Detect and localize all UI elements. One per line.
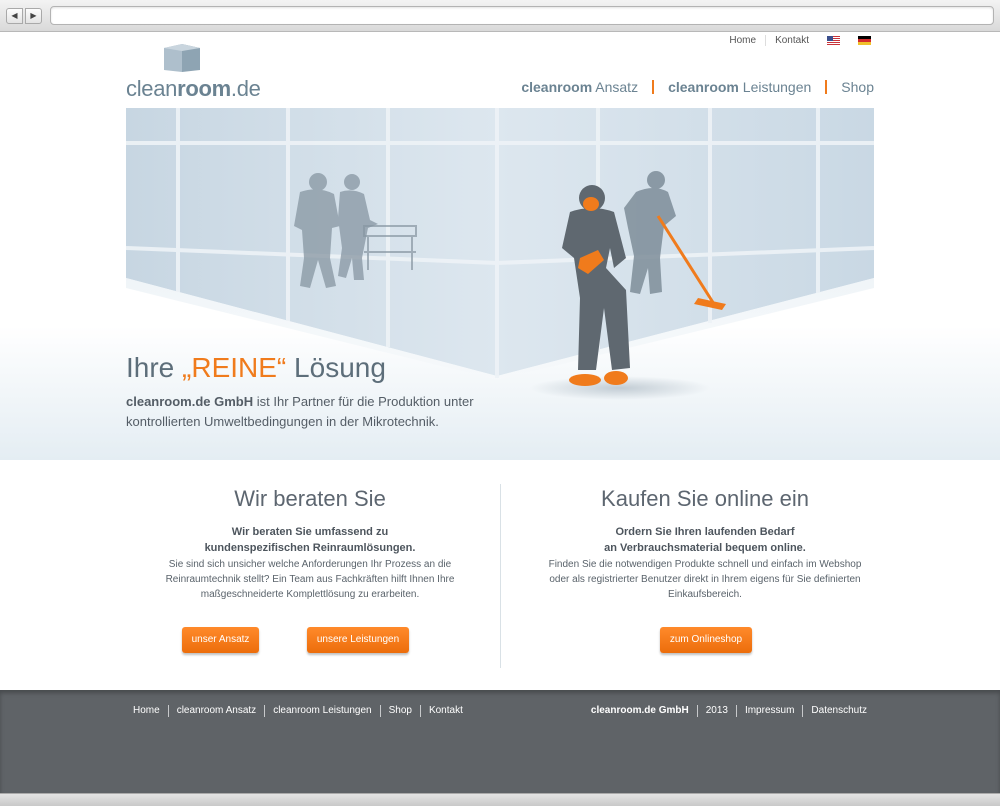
footer-link-kontakt[interactable]: Kontakt <box>419 705 471 717</box>
browser-toolbar: ◀ ▶ <box>0 0 1000 32</box>
footer-legal: cleanroom.de GmbH 2013 Impressum Datensc… <box>583 705 875 717</box>
logo-text: cleanroom.de <box>126 76 261 102</box>
footer-link-leistungen[interactable]: cleanroom Leistungen <box>264 705 379 717</box>
top-link-kontakt[interactable]: Kontakt <box>765 35 818 46</box>
browser-statusbar <box>0 793 1000 806</box>
shop-body-line: Einkaufsbereich. <box>668 589 742 600</box>
footer-link-home[interactable]: Home <box>125 705 168 717</box>
back-arrow-icon[interactable]: ◀ <box>6 8 23 24</box>
consulting-lead-line: kundenspezifischen Reinraumlösungen. <box>204 542 416 554</box>
logo-part-room: room <box>177 76 231 101</box>
forward-arrow-icon[interactable]: ▶ <box>25 8 42 24</box>
hero-banner: Ihre „REINE“ Lösung cleanroom.de GmbH is… <box>0 108 1000 460</box>
footer-nav: Home cleanroom Ansatz cleanroom Leistung… <box>125 705 471 717</box>
consulting-body-line: Sie sind sich unsicher welche Anforderun… <box>168 559 452 570</box>
footer-link-impressum[interactable]: Impressum <box>735 705 802 717</box>
hero-title-post: Lösung <box>286 352 386 383</box>
footer: Home cleanroom Ansatz cleanroom Leistung… <box>0 690 1000 793</box>
nav-ansatz-rest: Ansatz <box>592 79 639 95</box>
consulting-heading: Wir beraten Sie <box>234 486 386 511</box>
nav-item-ansatz[interactable]: cleanroom Ansatz <box>507 79 652 95</box>
logo-part-clean: clean <box>126 76 178 101</box>
nav-leistungen-bold: cleanroom <box>668 79 739 95</box>
consulting-body-line: Reinraumtechnik stellt? Ein Team aus Fac… <box>165 574 455 585</box>
nav-item-leistungen[interactable]: cleanroom Leistungen <box>654 79 825 95</box>
shop-lead: Ordern Sie Ihren laufenden Bedarf an Ver… <box>520 524 890 556</box>
nav-leistungen-rest: Leistungen <box>738 79 812 95</box>
shop-body: Finden Sie die notwendigen Produkte schn… <box>520 557 890 602</box>
unser-ansatz-button[interactable]: unser Ansatz <box>182 627 259 653</box>
german-flag-icon[interactable] <box>858 36 871 45</box>
shop-heading: Kaufen Sie online ein <box>601 486 809 511</box>
consulting-lead: Wir beraten Sie umfassend zu kundenspezi… <box>125 524 495 556</box>
logo-part-de: .de <box>230 76 261 101</box>
shop-lead-line: Ordern Sie Ihren laufenden Bedarf <box>615 526 795 538</box>
shop-lead-line: an Verbrauchsmaterial bequem online. <box>604 542 806 554</box>
footer-year: 2013 <box>696 705 736 717</box>
footer-link-shop[interactable]: Shop <box>379 705 420 717</box>
address-bar[interactable] <box>50 6 994 25</box>
shop-body-line: oder als registrierter Benutzer direkt i… <box>549 574 861 585</box>
top-link-home[interactable]: Home <box>720 35 765 46</box>
consulting-section: Wir beraten Sie Wir beraten Sie umfassen… <box>125 486 495 602</box>
consulting-body-line: maßgeschneiderte Komplettlösung zu erarb… <box>200 589 420 600</box>
us-flag-icon[interactable] <box>827 36 840 45</box>
main-nav: cleanroom Ansatz cleanroom Leistungen Sh… <box>507 79 874 95</box>
unsere-leistungen-button[interactable]: unsere Leistungen <box>307 627 409 653</box>
logo[interactable]: cleanroom.de <box>126 42 271 102</box>
hero-text-bold: cleanroom.de GmbH <box>126 394 254 409</box>
onlineshop-button[interactable]: zum Onlineshop <box>660 627 752 653</box>
footer-company: cleanroom.de GmbH <box>590 705 689 716</box>
nav-item-shop[interactable]: Shop <box>827 79 874 95</box>
cube-icon <box>164 44 200 72</box>
hero-text: cleanroom.de GmbH ist Ihr Partner für di… <box>126 392 506 432</box>
nav-ansatz-bold: cleanroom <box>521 79 593 95</box>
column-divider <box>500 484 501 668</box>
shop-section: Kaufen Sie online ein Ordern Sie Ihren l… <box>520 486 890 602</box>
footer-link-datenschutz[interactable]: Datenschutz <box>802 705 875 717</box>
footer-link-ansatz[interactable]: cleanroom Ansatz <box>167 705 265 717</box>
hero-title-pre: Ihre <box>126 352 183 383</box>
consulting-body: Sie sind sich unsicher welche Anforderun… <box>125 557 495 602</box>
shop-body-line: Finden Sie die notwendigen Produkte schn… <box>548 559 862 570</box>
top-links: Home Kontakt <box>720 35 880 46</box>
consulting-lead-line: Wir beraten Sie umfassend zu <box>231 526 389 538</box>
hero-title-accent: „REINE“ <box>182 352 287 383</box>
hero-title: Ihre „REINE“ Lösung <box>126 352 386 384</box>
